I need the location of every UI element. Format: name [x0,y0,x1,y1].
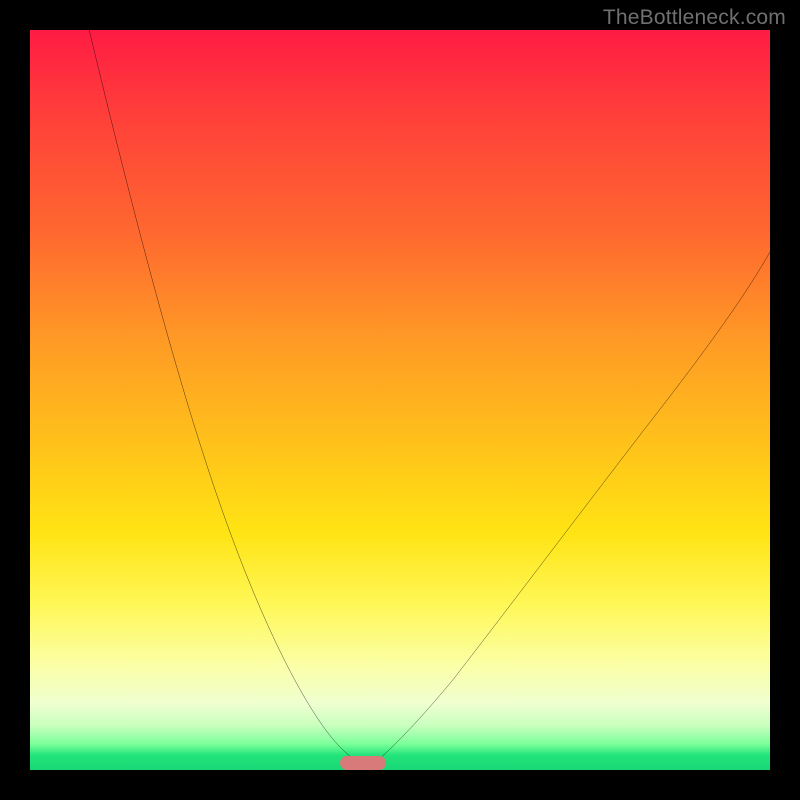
right-branch-path [370,252,770,766]
watermark-text: TheBottleneck.com [603,6,786,30]
chart-frame: TheBottleneck.com [0,0,800,800]
minimum-marker [340,756,386,770]
bottleneck-curve [30,30,770,770]
left-branch-path [89,30,367,766]
plot-area [30,30,770,770]
